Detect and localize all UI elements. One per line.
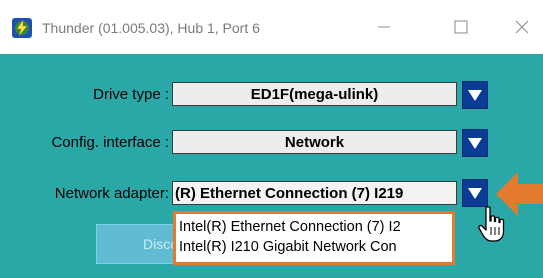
maximize-icon[interactable] (447, 14, 475, 40)
settings-panel: Drive type : ED1F(mega-ulink) Config. in… (0, 54, 543, 278)
network-adapter-dropdown-button[interactable] (462, 179, 488, 207)
thunder-app-icon (12, 18, 32, 38)
network-adapter-dropdown-list: Intel(R) Ethernet Connection (7) I2 Inte… (173, 211, 455, 265)
network-adapter-select[interactable]: (R) Ethernet Connection (7) I219 (172, 181, 457, 205)
config-interface-label: Config. interface : (51, 134, 169, 151)
network-adapter-label: Network adapter: (54, 185, 169, 202)
window-title: Thunder (01.005.03), Hub 1, Port 6 (42, 20, 260, 36)
close-icon[interactable] (508, 14, 536, 40)
triangle-down-icon (468, 137, 482, 149)
hand-cursor-icon (477, 206, 507, 244)
app-window: Thunder (01.005.03), Hub 1, Port 6 Drive… (0, 0, 543, 278)
minimize-icon[interactable] (370, 14, 398, 40)
config-interface-dropdown-button[interactable] (462, 129, 488, 157)
dropdown-option[interactable]: Intel(R) I210 Gigabit Network Con (179, 237, 452, 257)
triangle-down-icon (468, 187, 482, 199)
title-bar: Thunder (01.005.03), Hub 1, Port 6 (0, 0, 543, 54)
drive-type-dropdown-button[interactable] (462, 81, 488, 109)
triangle-down-icon (468, 89, 482, 101)
drive-type-label: Drive type : (93, 86, 169, 103)
dropdown-option[interactable]: Intel(R) Ethernet Connection (7) I2 (179, 217, 452, 237)
config-interface-select[interactable]: Network (172, 130, 457, 154)
drive-type-select[interactable]: ED1F(mega-ulink) (172, 82, 457, 106)
